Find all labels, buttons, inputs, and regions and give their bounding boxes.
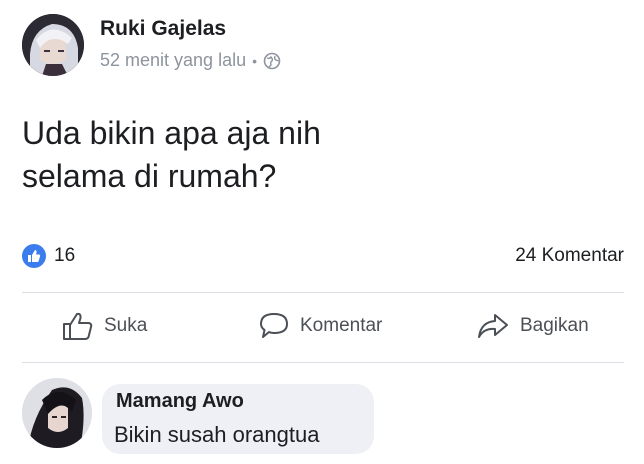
divider (22, 292, 624, 293)
like-count[interactable]: 16 (54, 245, 75, 267)
author-avatar[interactable] (22, 14, 84, 76)
like-button[interactable]: Suka (62, 306, 147, 346)
like-icon[interactable] (22, 244, 46, 268)
share-label: Bagikan (520, 315, 589, 336)
share-icon (478, 314, 508, 338)
thumbs-up-icon (28, 250, 41, 262)
comment-icon (260, 313, 288, 338)
commenter-name[interactable]: Mamang Awo (116, 390, 244, 413)
comment-button[interactable]: Komentar (258, 306, 382, 346)
meta-separator: • (252, 52, 257, 69)
commenter-avatar[interactable] (22, 378, 92, 448)
like-label: Suka (104, 315, 148, 336)
post-text-line: selama di rumah? (22, 158, 277, 194)
divider (22, 362, 624, 363)
post-text-line: Uda bikin apa aja nih (22, 115, 321, 151)
comment-text: Bikin susah orangtua (114, 422, 320, 447)
commenter-avatar-image (22, 378, 92, 448)
comment-label: Komentar (300, 315, 383, 336)
author-avatar-image (22, 14, 84, 76)
post-meta: 52 menit yang lalu • (100, 50, 281, 71)
share-button[interactable]: Bagikan (476, 306, 589, 346)
post-header: Ruki Gajelas 52 menit yang lalu • (22, 14, 622, 78)
post-text: Uda bikin apa aja nih selama di rumah? (22, 112, 582, 198)
action-bar: Suka Komentar Bagikan (22, 306, 624, 346)
post-stats: 16 24 Komentar (22, 244, 624, 270)
globe-icon[interactable] (263, 52, 281, 70)
author-name[interactable]: Ruki Gajelas (100, 17, 226, 41)
comment: Mamang Awo Bikin susah orangtua (22, 376, 624, 456)
like-outline-icon (63, 312, 93, 340)
comment-count[interactable]: 24 Komentar (515, 245, 624, 267)
post-time[interactable]: 52 menit yang lalu (100, 50, 246, 71)
comment-bubble: Mamang Awo Bikin susah orangtua (102, 384, 374, 454)
